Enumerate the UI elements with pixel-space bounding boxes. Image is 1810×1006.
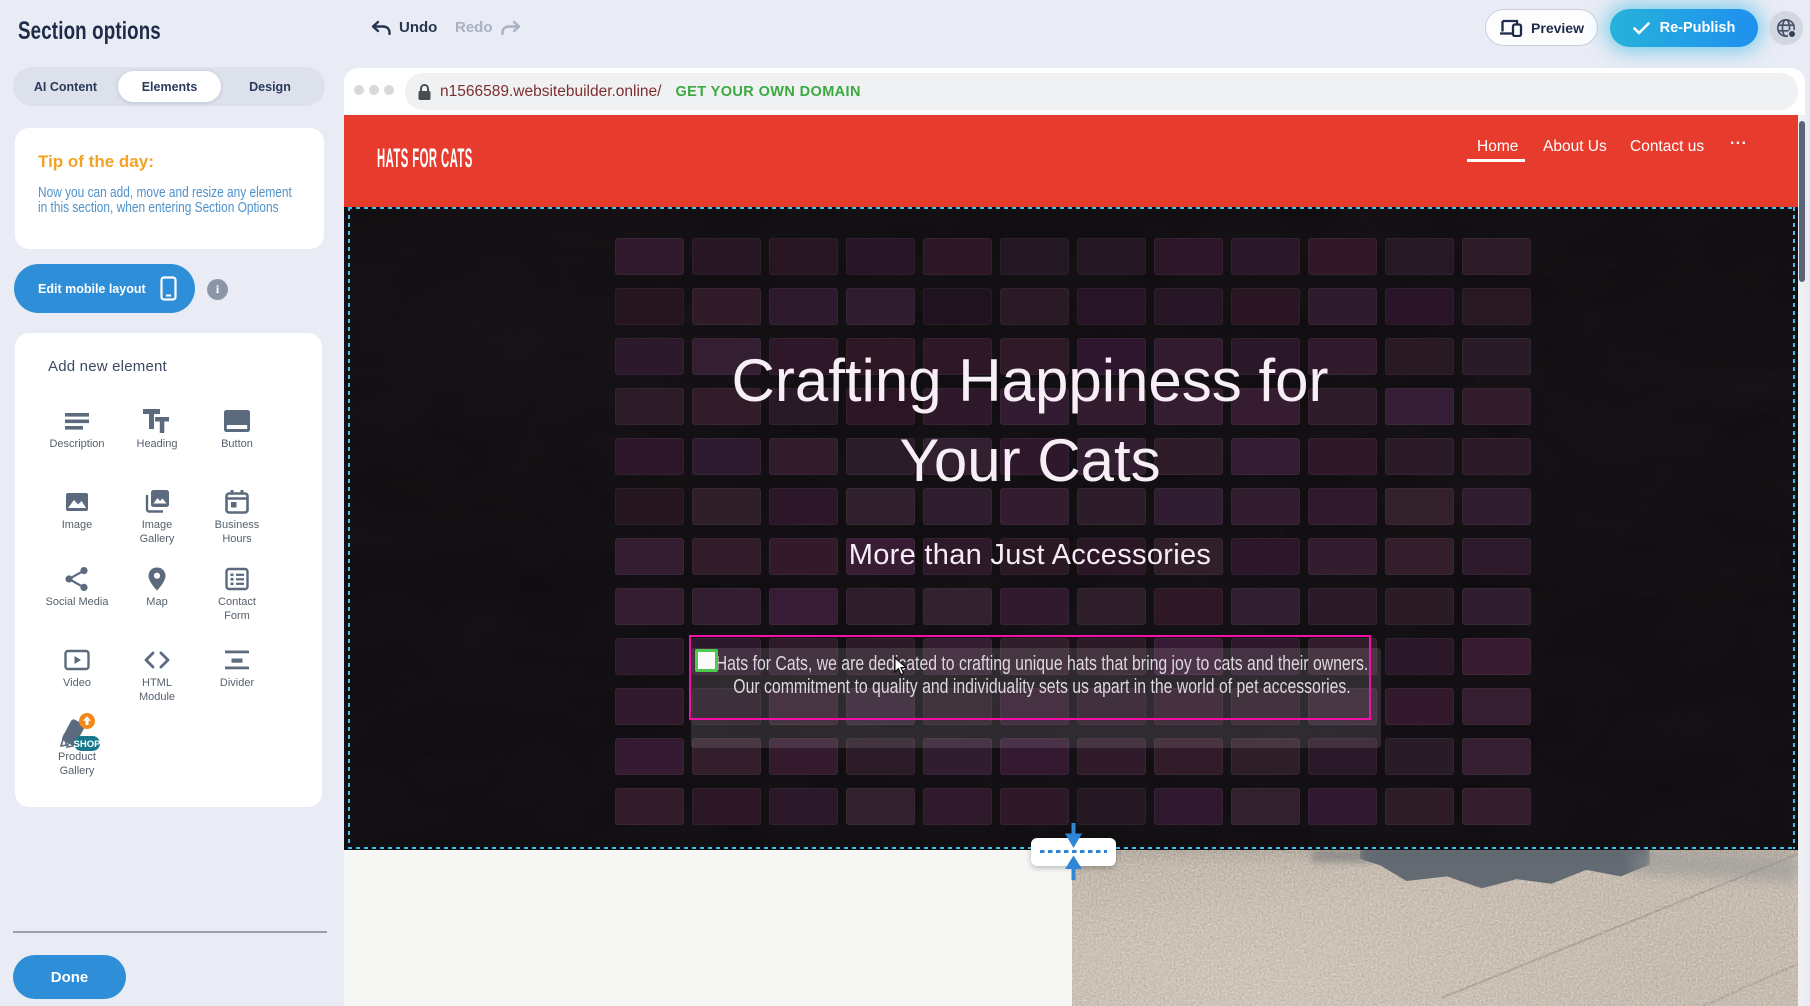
svg-text:SHOP: SHOP [74,739,100,750]
